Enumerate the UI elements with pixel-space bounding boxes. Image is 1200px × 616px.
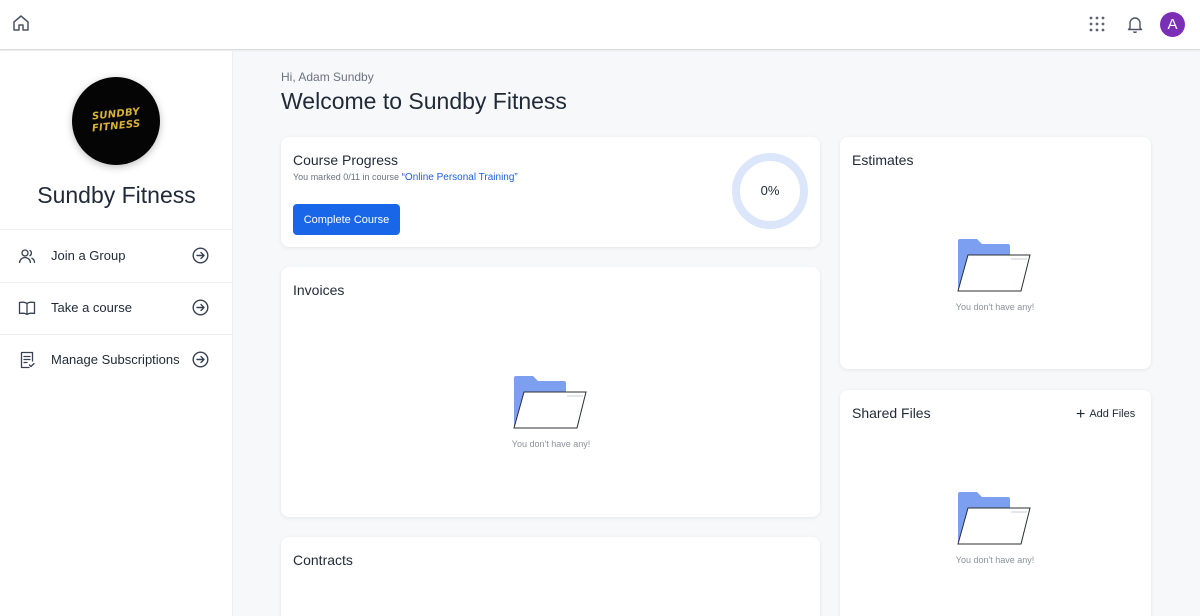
empty-message: You don't have any! [955, 302, 1035, 312]
bell-icon[interactable] [1125, 14, 1145, 34]
complete-course-button[interactable]: Complete Course [293, 204, 400, 235]
invoices-card: Invoices You don't have any! [281, 267, 820, 517]
sidebar-item-label: Join a Group [51, 248, 126, 263]
folder-icon [957, 239, 1031, 292]
card-title: Contracts [293, 552, 353, 568]
arrow-right-circle-icon[interactable] [192, 351, 209, 368]
sidebar-item-manage-subscriptions[interactable]: Manage Subscriptions [0, 334, 233, 386]
greeting-text: Hi, Adam Sundby [281, 70, 374, 84]
folder-icon [957, 492, 1031, 545]
home-icon[interactable] [11, 13, 31, 33]
course-link[interactable]: “Online Personal Training” [402, 172, 518, 183]
course-progress-card: Course Progress You marked 0/11 in cours… [281, 137, 820, 247]
card-title: Estimates [852, 152, 914, 168]
arrow-right-circle-icon[interactable] [192, 299, 209, 316]
card-title: Course Progress [293, 152, 399, 168]
sidebar-item-label: Manage Subscriptions [51, 352, 180, 367]
empty-state: You don't have any! [920, 490, 1070, 565]
empty-message: You don't have any! [955, 555, 1035, 565]
apps-grid-icon[interactable] [1088, 15, 1106, 33]
page-title: Welcome to Sundby Fitness [281, 88, 567, 114]
estimates-card: Estimates You don't have any! [840, 137, 1151, 369]
progress-summary: You marked 0/11 in course [293, 172, 400, 182]
empty-state: You don't have any! [920, 237, 1070, 312]
course-progress-subtitle: You marked 0/11 in course “Online Person… [293, 172, 518, 183]
brand-name: Sundby Fitness [37, 182, 196, 208]
progress-ring: 0% [730, 151, 810, 231]
sidebar-item-label: Take a course [51, 300, 132, 315]
empty-message: You don't have any! [511, 439, 591, 449]
folder-icon [513, 376, 587, 429]
top-bar: A [0, 0, 1200, 50]
sidebar-item-take-course[interactable]: Take a course [0, 282, 233, 334]
add-files-label: Add Files [1089, 408, 1136, 420]
shared-files-card: Shared Files + Add Files You don't have a… [840, 390, 1151, 616]
progress-percent: 0% [760, 183, 780, 198]
plus-icon: + [1076, 406, 1086, 423]
sidebar-item-join-group[interactable]: Join a Group [0, 230, 233, 282]
empty-state: You don't have any! [476, 374, 626, 449]
card-title: Shared Files [852, 405, 931, 421]
user-avatar[interactable]: A [1160, 12, 1185, 37]
sidebar: SUNDBY FITNESS Sundby Fitness Join a Gro… [0, 51, 233, 616]
card-title: Invoices [293, 282, 345, 298]
brand-logo: SUNDBY FITNESS [72, 77, 160, 165]
arrow-right-circle-icon[interactable] [192, 247, 209, 264]
users-icon [18, 249, 36, 264]
add-files-button[interactable]: + Add Files [1076, 406, 1135, 424]
document-check-icon [20, 351, 35, 369]
book-open-icon [18, 301, 36, 316]
contracts-card: Contracts [281, 537, 820, 616]
